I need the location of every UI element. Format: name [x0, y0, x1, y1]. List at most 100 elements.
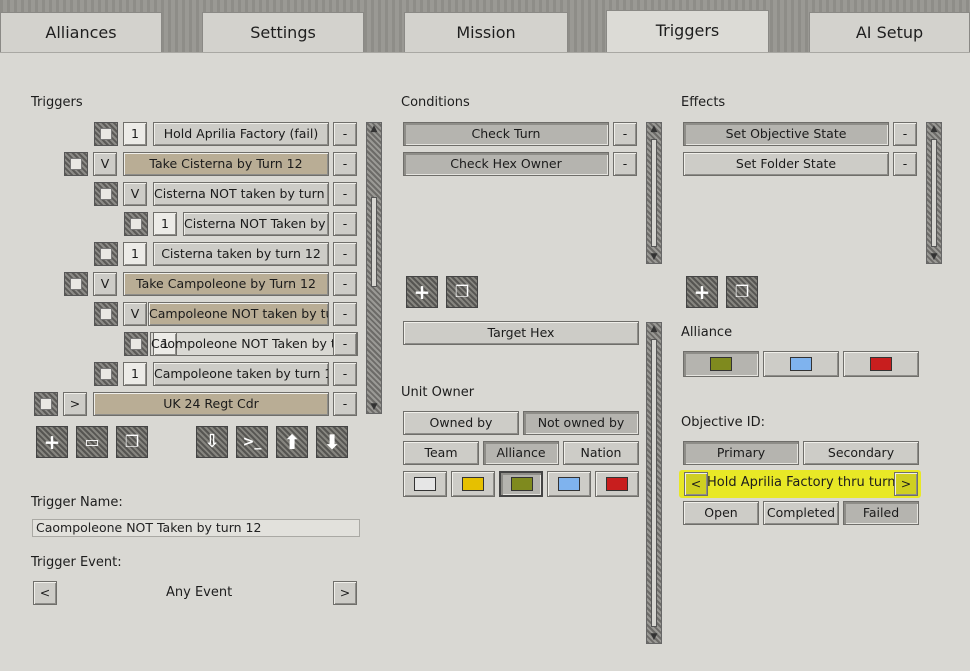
trigger-item[interactable]: Cisterna NOT Taken by turn 12 — [183, 212, 329, 236]
scroll-down-icon[interactable]: ▼ — [929, 252, 939, 262]
condition-remove-button[interactable]: - — [613, 122, 637, 146]
trigger-toggle[interactable]: V — [93, 152, 117, 176]
trigger-checkbox[interactable] — [124, 332, 148, 356]
trigger-remove-button[interactable]: - — [333, 362, 357, 386]
alliance-color-red-button[interactable] — [843, 351, 919, 377]
trigger-toggle[interactable]: 1 — [123, 362, 147, 386]
trigger-toggle[interactable]: 1 — [123, 122, 147, 146]
effect-item-set-objective-state[interactable]: Set Objective State — [683, 122, 889, 146]
conditions-scrollbar[interactable]: ▲ ▼ — [646, 122, 662, 264]
effect-item-set-folder-state[interactable]: Set Folder State — [683, 152, 889, 176]
trigger-toggle[interactable]: V — [123, 302, 147, 326]
objective-completed-button[interactable]: Completed — [763, 501, 839, 525]
owner-color-olive-button[interactable] — [499, 471, 543, 497]
tab-triggers[interactable]: Triggers — [606, 10, 769, 54]
effect-remove-button[interactable]: - — [893, 122, 917, 146]
owner-color-yellow-button[interactable] — [451, 471, 495, 497]
trigger-checkbox[interactable] — [94, 362, 118, 386]
tab-alliances[interactable]: Alliances — [0, 12, 162, 52]
scroll-up-icon[interactable]: ▲ — [649, 124, 659, 134]
trigger-remove-button[interactable]: - — [333, 182, 357, 206]
alliance-button[interactable]: Alliance — [483, 441, 559, 465]
owned-by-button[interactable]: Owned by — [403, 411, 519, 435]
trigger-checkbox[interactable] — [34, 392, 58, 416]
add-condition-icon[interactable]: + — [406, 276, 438, 308]
trigger-event-next-button[interactable]: > — [333, 581, 357, 605]
trigger-remove-button[interactable]: - — [333, 122, 357, 146]
team-button[interactable]: Team — [403, 441, 479, 465]
scroll-thumb[interactable] — [651, 139, 657, 247]
trigger-checkbox[interactable] — [124, 212, 148, 236]
objective-next-button[interactable]: > — [894, 472, 918, 496]
tab-mission[interactable]: Mission — [404, 12, 568, 52]
trigger-checkbox[interactable] — [64, 272, 88, 296]
folder-icon[interactable]: ▭ — [76, 426, 108, 458]
owner-color-red-button[interactable] — [595, 471, 639, 497]
trigger-event-prev-button[interactable]: < — [33, 581, 57, 605]
scroll-thumb[interactable] — [651, 339, 657, 627]
scroll-down-icon[interactable]: ▼ — [649, 252, 659, 262]
arrow-up-icon[interactable]: ⬆ — [276, 426, 308, 458]
trigger-toggle[interactable]: V — [93, 272, 117, 296]
condition-details-scrollbar[interactable]: ▲ ▼ — [646, 322, 662, 644]
scroll-thumb[interactable] — [371, 197, 377, 287]
scroll-thumb[interactable] — [931, 139, 937, 247]
import-icon[interactable]: ⇩ — [196, 426, 228, 458]
tab-ai-setup[interactable]: AI Setup — [809, 12, 970, 52]
objective-primary-tab[interactable]: Primary — [683, 441, 799, 465]
console-icon[interactable]: >_ — [236, 426, 268, 458]
triggers-scrollbar[interactable]: ▲ ▼ — [366, 122, 382, 414]
trigger-remove-button[interactable]: - — [333, 242, 357, 266]
trigger-item[interactable]: Cisterna NOT taken by turn 12 — [153, 182, 329, 206]
trigger-expand-toggle[interactable]: > — [63, 392, 87, 416]
trigger-item[interactable]: Caompoleone NOT Taken by turn 12 — [150, 332, 358, 356]
copy-condition-icon[interactable]: ❐ — [446, 276, 478, 308]
scroll-up-icon[interactable]: ▲ — [929, 124, 939, 134]
trigger-item[interactable]: Take Campoleone by Turn 12 — [123, 272, 329, 296]
owner-color-blue-button[interactable] — [547, 471, 591, 497]
trigger-name-field[interactable]: Caompoleone NOT Taken by turn 12 — [32, 519, 360, 537]
scroll-down-icon[interactable]: ▼ — [649, 632, 659, 642]
condition-item-check-turn[interactable]: Check Turn — [403, 122, 609, 146]
trigger-item[interactable]: Cisterna taken by turn 12 — [153, 242, 329, 266]
target-hex-button[interactable]: Target Hex — [403, 321, 639, 345]
trigger-toggle[interactable]: 1 — [123, 242, 147, 266]
objective-secondary-tab[interactable]: Secondary — [803, 441, 919, 465]
trigger-item[interactable]: Take Cisterna by Turn 12 — [123, 152, 329, 176]
scroll-down-icon[interactable]: ▼ — [369, 402, 379, 412]
trigger-item[interactable]: Hold Aprilia Factory (fail) — [153, 122, 329, 146]
scroll-up-icon[interactable]: ▲ — [649, 324, 659, 334]
trigger-remove-button[interactable]: - — [333, 272, 357, 296]
copy-icon[interactable]: ❐ — [116, 426, 148, 458]
tab-settings[interactable]: Settings — [202, 12, 364, 52]
arrow-down-icon[interactable]: ⬇ — [316, 426, 348, 458]
effects-scrollbar[interactable]: ▲ ▼ — [926, 122, 942, 264]
trigger-checkbox[interactable] — [94, 122, 118, 146]
objective-failed-button[interactable]: Failed — [843, 501, 919, 525]
nation-button[interactable]: Nation — [563, 441, 639, 465]
copy-effect-icon[interactable]: ❐ — [726, 276, 758, 308]
trigger-remove-button[interactable]: - — [333, 392, 357, 416]
trigger-remove-button[interactable]: - — [333, 332, 357, 356]
not-owned-by-button[interactable]: Not owned by — [523, 411, 639, 435]
add-icon[interactable]: + — [36, 426, 68, 458]
condition-item-check-hex-owner[interactable]: Check Hex Owner — [403, 152, 609, 176]
effect-remove-button[interactable]: - — [893, 152, 917, 176]
add-effect-icon[interactable]: + — [686, 276, 718, 308]
trigger-checkbox[interactable] — [94, 242, 118, 266]
trigger-item[interactable]: Campoleone taken by turn 12 — [153, 362, 329, 386]
trigger-remove-button[interactable]: - — [333, 212, 357, 236]
objective-prev-button[interactable]: < — [684, 472, 708, 496]
alliance-color-olive-button[interactable] — [683, 351, 759, 377]
trigger-remove-button[interactable]: - — [333, 302, 357, 326]
scroll-up-icon[interactable]: ▲ — [369, 124, 379, 134]
trigger-toggle[interactable]: V — [123, 182, 147, 206]
objective-open-button[interactable]: Open — [683, 501, 759, 525]
trigger-checkbox[interactable] — [94, 302, 118, 326]
trigger-checkbox[interactable] — [64, 152, 88, 176]
owner-color-white-button[interactable] — [403, 471, 447, 497]
condition-remove-button[interactable]: - — [613, 152, 637, 176]
trigger-checkbox[interactable] — [94, 182, 118, 206]
trigger-item[interactable]: Campoleone NOT taken by turn 12 — [148, 302, 329, 326]
alliance-color-blue-button[interactable] — [763, 351, 839, 377]
